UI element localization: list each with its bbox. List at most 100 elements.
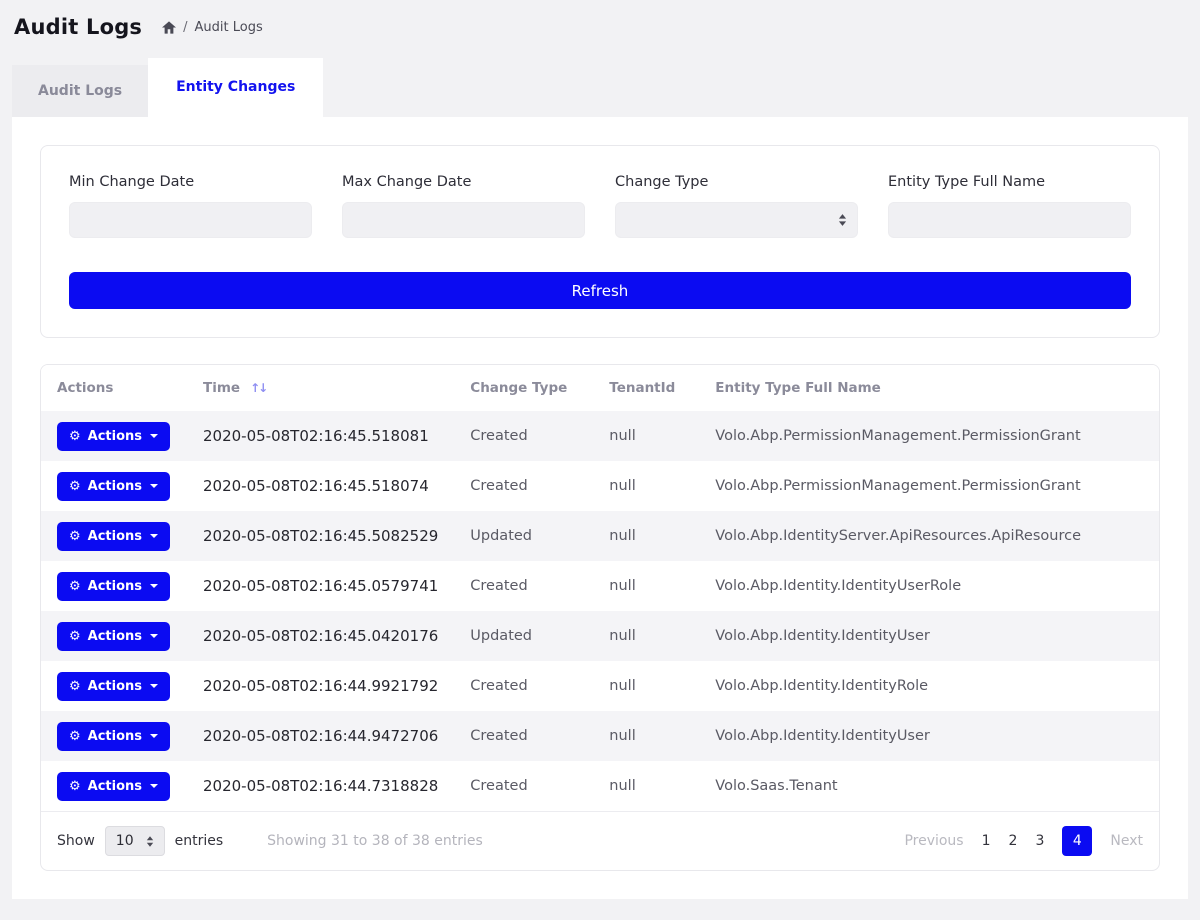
gear-icon: ⚙ — [69, 479, 81, 494]
entity-type-cell: Volo.Abp.PermissionManagement.Permission… — [699, 461, 1159, 511]
pagination-pages: 1 2 3 4 — [982, 826, 1093, 856]
caret-down-icon — [150, 634, 158, 638]
table-row: ⚙ Actions 2020-05-08T02:16:44.9921792Creat… — [41, 661, 1159, 711]
filter-field-min-change-date: Min Change Date — [69, 174, 312, 238]
change-type-cell: Created — [454, 711, 593, 761]
filter-field-max-change-date: Max Change Date — [342, 174, 585, 238]
gear-icon: ⚙ — [69, 579, 81, 594]
tenant-id-cell: null — [593, 611, 699, 661]
actions-button-label: Actions — [88, 529, 142, 544]
entity-type-input[interactable] — [888, 202, 1131, 238]
time-cell: 2020-05-08T02:16:44.9921792 — [187, 661, 454, 711]
actions-button-label: Actions — [88, 629, 142, 644]
tab-audit-logs[interactable]: Audit Logs — [12, 65, 148, 117]
showing-entries-info: Showing 31 to 38 of 38 entries — [267, 833, 483, 849]
entity-type-cell: Volo.Abp.IdentityServer.ApiResources.Api… — [699, 511, 1159, 561]
actions-button-label: Actions — [88, 429, 142, 444]
change-type-cell: Created — [454, 411, 593, 461]
column-header-entity-type: Entity Type Full Name — [699, 365, 1159, 411]
change-type-select[interactable] — [615, 202, 858, 238]
entity-changes-table: Actions Time↑↓ Change Type TenantId Enti… — [41, 365, 1159, 811]
min-change-date-input[interactable] — [69, 202, 312, 238]
max-change-date-input[interactable] — [342, 202, 585, 238]
select-arrows-icon — [146, 836, 154, 847]
entity-type-cell: Volo.Saas.Tenant — [699, 761, 1159, 811]
change-type-cell: Updated — [454, 511, 593, 561]
entity-type-cell: Volo.Abp.Identity.IdentityUserRole — [699, 561, 1159, 611]
caret-down-icon — [150, 784, 158, 788]
tenant-id-cell: null — [593, 561, 699, 611]
entity-type-cell: Volo.Abp.Identity.IdentityRole — [699, 661, 1159, 711]
change-type-label: Change Type — [615, 174, 858, 190]
caret-down-icon — [150, 684, 158, 688]
time-cell: 2020-05-08T02:16:44.9472706 — [187, 711, 454, 761]
pagination: Previous 1 2 3 4 Next — [904, 826, 1143, 856]
pagination-page-4[interactable]: 4 — [1062, 826, 1092, 856]
row-actions-button[interactable]: ⚙ Actions — [57, 572, 170, 601]
change-type-cell: Created — [454, 461, 593, 511]
row-actions-button[interactable]: ⚙ Actions — [57, 622, 170, 651]
breadcrumb-current: Audit Logs — [195, 20, 263, 35]
filter-field-entity-type: Entity Type Full Name — [888, 174, 1131, 238]
pagination-next[interactable]: Next — [1110, 833, 1143, 849]
tab-bar: Audit Logs Entity Changes — [12, 58, 1188, 117]
page-title: Audit Logs — [14, 15, 142, 39]
caret-down-icon — [150, 484, 158, 488]
tenant-id-cell: null — [593, 461, 699, 511]
pagination-page-1[interactable]: 1 — [982, 833, 991, 849]
caret-down-icon — [150, 434, 158, 438]
actions-button-label: Actions — [88, 479, 142, 494]
table-body: ⚙Actions2020-05-08T02:16:45.518081Create… — [41, 411, 1159, 811]
entity-type-label: Entity Type Full Name — [888, 174, 1131, 190]
column-header-time[interactable]: Time↑↓ — [187, 365, 454, 411]
entity-type-cell: Volo.Abp.Identity.IdentityUser — [699, 611, 1159, 661]
select-arrows-icon — [838, 214, 847, 226]
column-header-change-type: Change Type — [454, 365, 593, 411]
actions-button-label: Actions — [88, 579, 142, 594]
row-actions-button[interactable]: ⚙ Actions — [57, 422, 170, 451]
tenant-id-cell: null — [593, 511, 699, 561]
row-actions-button[interactable]: ⚙Actions — [57, 722, 170, 751]
main-panel: Min Change Date Max Change Date Change T… — [12, 117, 1188, 899]
pagination-page-2[interactable]: 2 — [1009, 833, 1018, 849]
pagination-previous[interactable]: Previous — [904, 833, 963, 849]
column-header-tenant-id: TenantId — [593, 365, 699, 411]
table-row: ⚙Actions2020-05-08T02:16:45.0420176Updat… — [41, 611, 1159, 661]
actions-button-label: Actions — [88, 779, 142, 794]
home-icon[interactable] — [162, 21, 176, 34]
table-card: Actions Time↑↓ Change Type TenantId Enti… — [40, 364, 1160, 871]
refresh-button[interactable]: Refresh — [69, 272, 1131, 309]
sort-icon[interactable]: ↑↓ — [250, 381, 266, 395]
pagination-page-3[interactable]: 3 — [1035, 833, 1044, 849]
table-footer: Show 10 entries Showing 31 to 38 of 38 e… — [41, 811, 1159, 870]
row-actions-button[interactable]: ⚙ Actions — [57, 772, 170, 801]
filter-field-change-type: Change Type — [615, 174, 858, 238]
min-change-date-label: Min Change Date — [69, 174, 312, 190]
row-actions-button[interactable]: ⚙ Actions — [57, 472, 170, 501]
time-cell: 2020-05-08T02:16:45.518081 — [187, 411, 454, 461]
row-actions-button[interactable]: ⚙ Actions — [57, 672, 170, 701]
show-label: Show — [57, 833, 95, 849]
row-actions-button[interactable]: ⚙Actions — [57, 522, 170, 551]
gear-icon: ⚙ — [69, 779, 81, 794]
page-size-select[interactable]: 10 — [105, 826, 165, 856]
table-header-row: Actions Time↑↓ Change Type TenantId Enti… — [41, 365, 1159, 411]
actions-button-label: Actions — [88, 679, 142, 694]
entity-type-cell: Volo.Abp.Identity.IdentityUser — [699, 711, 1159, 761]
time-cell: 2020-05-08T02:16:44.7318828 — [187, 761, 454, 811]
table-row: ⚙Actions2020-05-08T02:16:45.0579741Creat… — [41, 561, 1159, 611]
entity-type-cell: Volo.Abp.PermissionManagement.Permission… — [699, 411, 1159, 461]
gear-icon: ⚙ — [69, 629, 81, 644]
gear-icon: ⚙ — [69, 679, 81, 694]
tenant-id-cell: null — [593, 761, 699, 811]
tab-entity-changes[interactable]: Entity Changes — [148, 58, 323, 117]
gear-icon: ⚙ — [69, 429, 81, 444]
table-row: ⚙Actions 2020-05-08T02:16:44.9472706Creat… — [41, 711, 1159, 761]
time-cell: 2020-05-08T02:16:45.518074 — [187, 461, 454, 511]
gear-icon: ⚙ — [69, 729, 81, 744]
column-header-actions: Actions — [41, 365, 187, 411]
entries-label: entries — [175, 833, 224, 849]
caret-down-icon — [150, 584, 158, 588]
change-type-cell: Created — [454, 661, 593, 711]
breadcrumb: / Audit Logs — [162, 20, 263, 35]
